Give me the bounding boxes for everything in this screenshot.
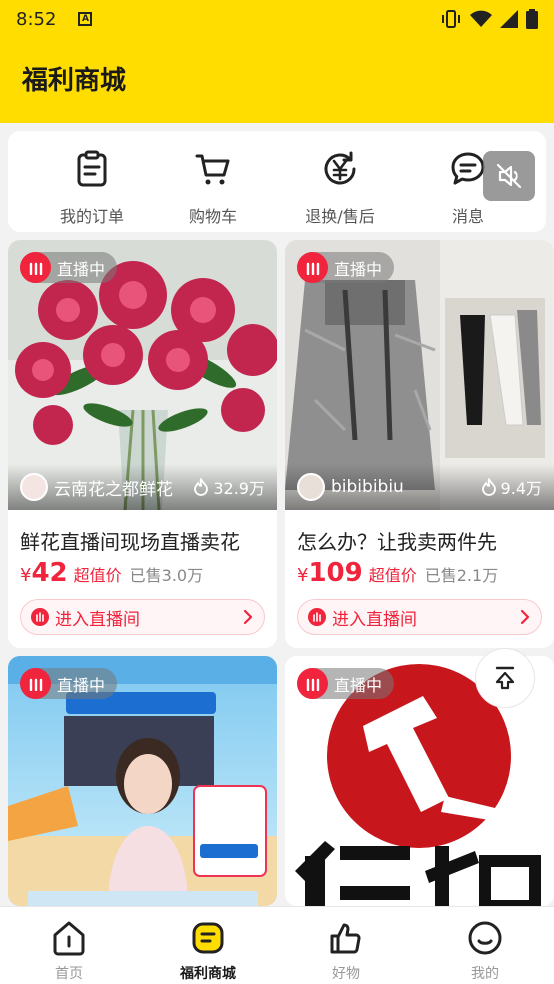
tab-label: 我的: [471, 966, 499, 982]
live-product-card[interactable]: 直播中 云南花之都鲜花 32.9万 鲜花直播间现场直播卖花 ¥ 42 超值价 已…: [8, 240, 277, 648]
page-title: 福利商城: [22, 66, 127, 96]
currency-symbol: ¥: [297, 565, 309, 586]
chevron-right-icon: [520, 609, 530, 625]
price-value: 109: [308, 558, 363, 588]
message-icon: [451, 152, 485, 185]
shortcut-cart[interactable]: 购物车: [153, 149, 273, 227]
shortcut-refund[interactable]: 退换/售后: [280, 149, 400, 227]
price-value: 42: [31, 558, 68, 588]
tab-mall[interactable]: 福利商城: [158, 919, 258, 983]
heat-value: 9.4万: [500, 479, 542, 498]
live-badge: 直播中: [20, 252, 118, 283]
shortcut-label: 我的订单: [59, 207, 124, 226]
tab-goods[interactable]: 好物: [296, 919, 396, 983]
avatar: [20, 473, 48, 501]
product-image[interactable]: 直播中 云南花之都鲜花 32.9万: [8, 240, 277, 510]
enter-live-room-label: 进入直播间: [55, 609, 140, 630]
price-row: ¥ 109 超值价 已售2.1万: [297, 558, 498, 588]
streamer-name: bibibibiu: [331, 477, 404, 497]
arrow-up-to-top-icon: [495, 666, 515, 690]
image-footer: 云南花之都鲜花 32.9万: [8, 464, 277, 510]
image-footer: bibibibiu 9.4万: [285, 464, 554, 510]
order-list-icon: [77, 150, 107, 187]
tab-label: 福利商城: [180, 966, 236, 982]
product-title: 鲜花直播间现场直播卖花: [20, 530, 240, 554]
tab-home[interactable]: 首页: [19, 919, 119, 983]
flame-icon: [194, 478, 209, 496]
profile-icon: [468, 921, 502, 955]
speaker-muted-icon: [496, 163, 522, 189]
cart-icon: [195, 154, 230, 185]
heat-value: 32.9万: [213, 479, 265, 498]
enter-live-room-label: 进入直播间: [332, 609, 417, 630]
battery-icon: [526, 9, 538, 29]
live-bars-icon: [20, 252, 51, 283]
back-to-top-button[interactable]: [475, 648, 535, 708]
enter-live-room-button[interactable]: 进入直播间: [20, 599, 265, 635]
currency-symbol: ¥: [20, 565, 32, 586]
thumbs-up-icon: [330, 923, 361, 954]
status-icons: [440, 9, 538, 29]
live-product-card[interactable]: 直播中 bibibibiu 9.4万 怎么办？让我卖两件先 ¥ 109 超值价 …: [285, 240, 554, 648]
live-bars-icon: [308, 608, 326, 626]
sold-count: 已售2.1万: [424, 566, 499, 585]
sold-count: 已售3.0万: [129, 566, 204, 585]
status-notification-icon: A: [78, 12, 93, 26]
status-time: 8:52: [16, 8, 57, 30]
vibrate-icon: [442, 10, 460, 28]
live-badge-label: 直播中: [57, 675, 106, 695]
live-badge: 直播中: [20, 668, 118, 699]
deal-label: 超值价: [73, 566, 122, 585]
shortcut-label: 购物车: [188, 207, 237, 226]
shortcut-panel: 我的订单 购物车 退换/售后 消息: [8, 131, 546, 232]
live-badge-label: 直播中: [57, 259, 106, 279]
enter-live-room-button[interactable]: 进入直播间: [297, 599, 542, 635]
deal-label: 超值价: [368, 566, 417, 585]
home-icon: [53, 921, 85, 956]
flame-icon: [481, 478, 496, 496]
tab-label: 好物: [332, 966, 360, 982]
bottom-tab-bar: 首页 福利商城 好物 我的: [0, 906, 554, 984]
mute-toggle-button[interactable]: [483, 151, 535, 201]
shortcut-label: 消息: [451, 207, 484, 226]
heat-count: 9.4万: [481, 475, 542, 499]
chevron-right-icon: [243, 609, 253, 625]
shortcut-my-orders[interactable]: 我的订单: [32, 149, 152, 227]
heat-count: 32.9万: [193, 475, 265, 499]
wifi-icon: [470, 10, 492, 27]
live-bars-icon: [20, 668, 51, 699]
avatar: [297, 473, 325, 501]
live-bars-icon: [31, 608, 49, 626]
price-row: ¥ 42 超值价 已售3.0万: [20, 558, 203, 588]
streamer-name: 云南花之都鲜花: [54, 479, 173, 500]
header-bar: 8:52 A 福利商城: [0, 0, 554, 123]
live-product-card[interactable]: 直播中: [8, 656, 277, 906]
product-image[interactable]: 直播中 bibibibiu 9.4万: [285, 240, 554, 510]
live-badge-label: 直播中: [334, 675, 383, 695]
product-image[interactable]: 直播中: [8, 656, 277, 906]
shortcut-label: 退换/售后: [305, 207, 375, 226]
live-badge-label: 直播中: [334, 259, 383, 279]
live-bars-icon: [297, 668, 328, 699]
live-badge: 直播中: [297, 668, 395, 699]
product-title: 怎么办？让我卖两件先: [297, 530, 497, 554]
mall-icon: [192, 922, 224, 954]
tab-profile[interactable]: 我的: [435, 919, 535, 983]
live-badge: 直播中: [297, 252, 395, 283]
tab-label: 首页: [55, 966, 83, 982]
live-bars-icon: [297, 252, 328, 283]
yen-refund-icon: [324, 151, 356, 185]
signal-icon: [500, 10, 518, 28]
status-bar: 8:52 A: [0, 0, 554, 38]
